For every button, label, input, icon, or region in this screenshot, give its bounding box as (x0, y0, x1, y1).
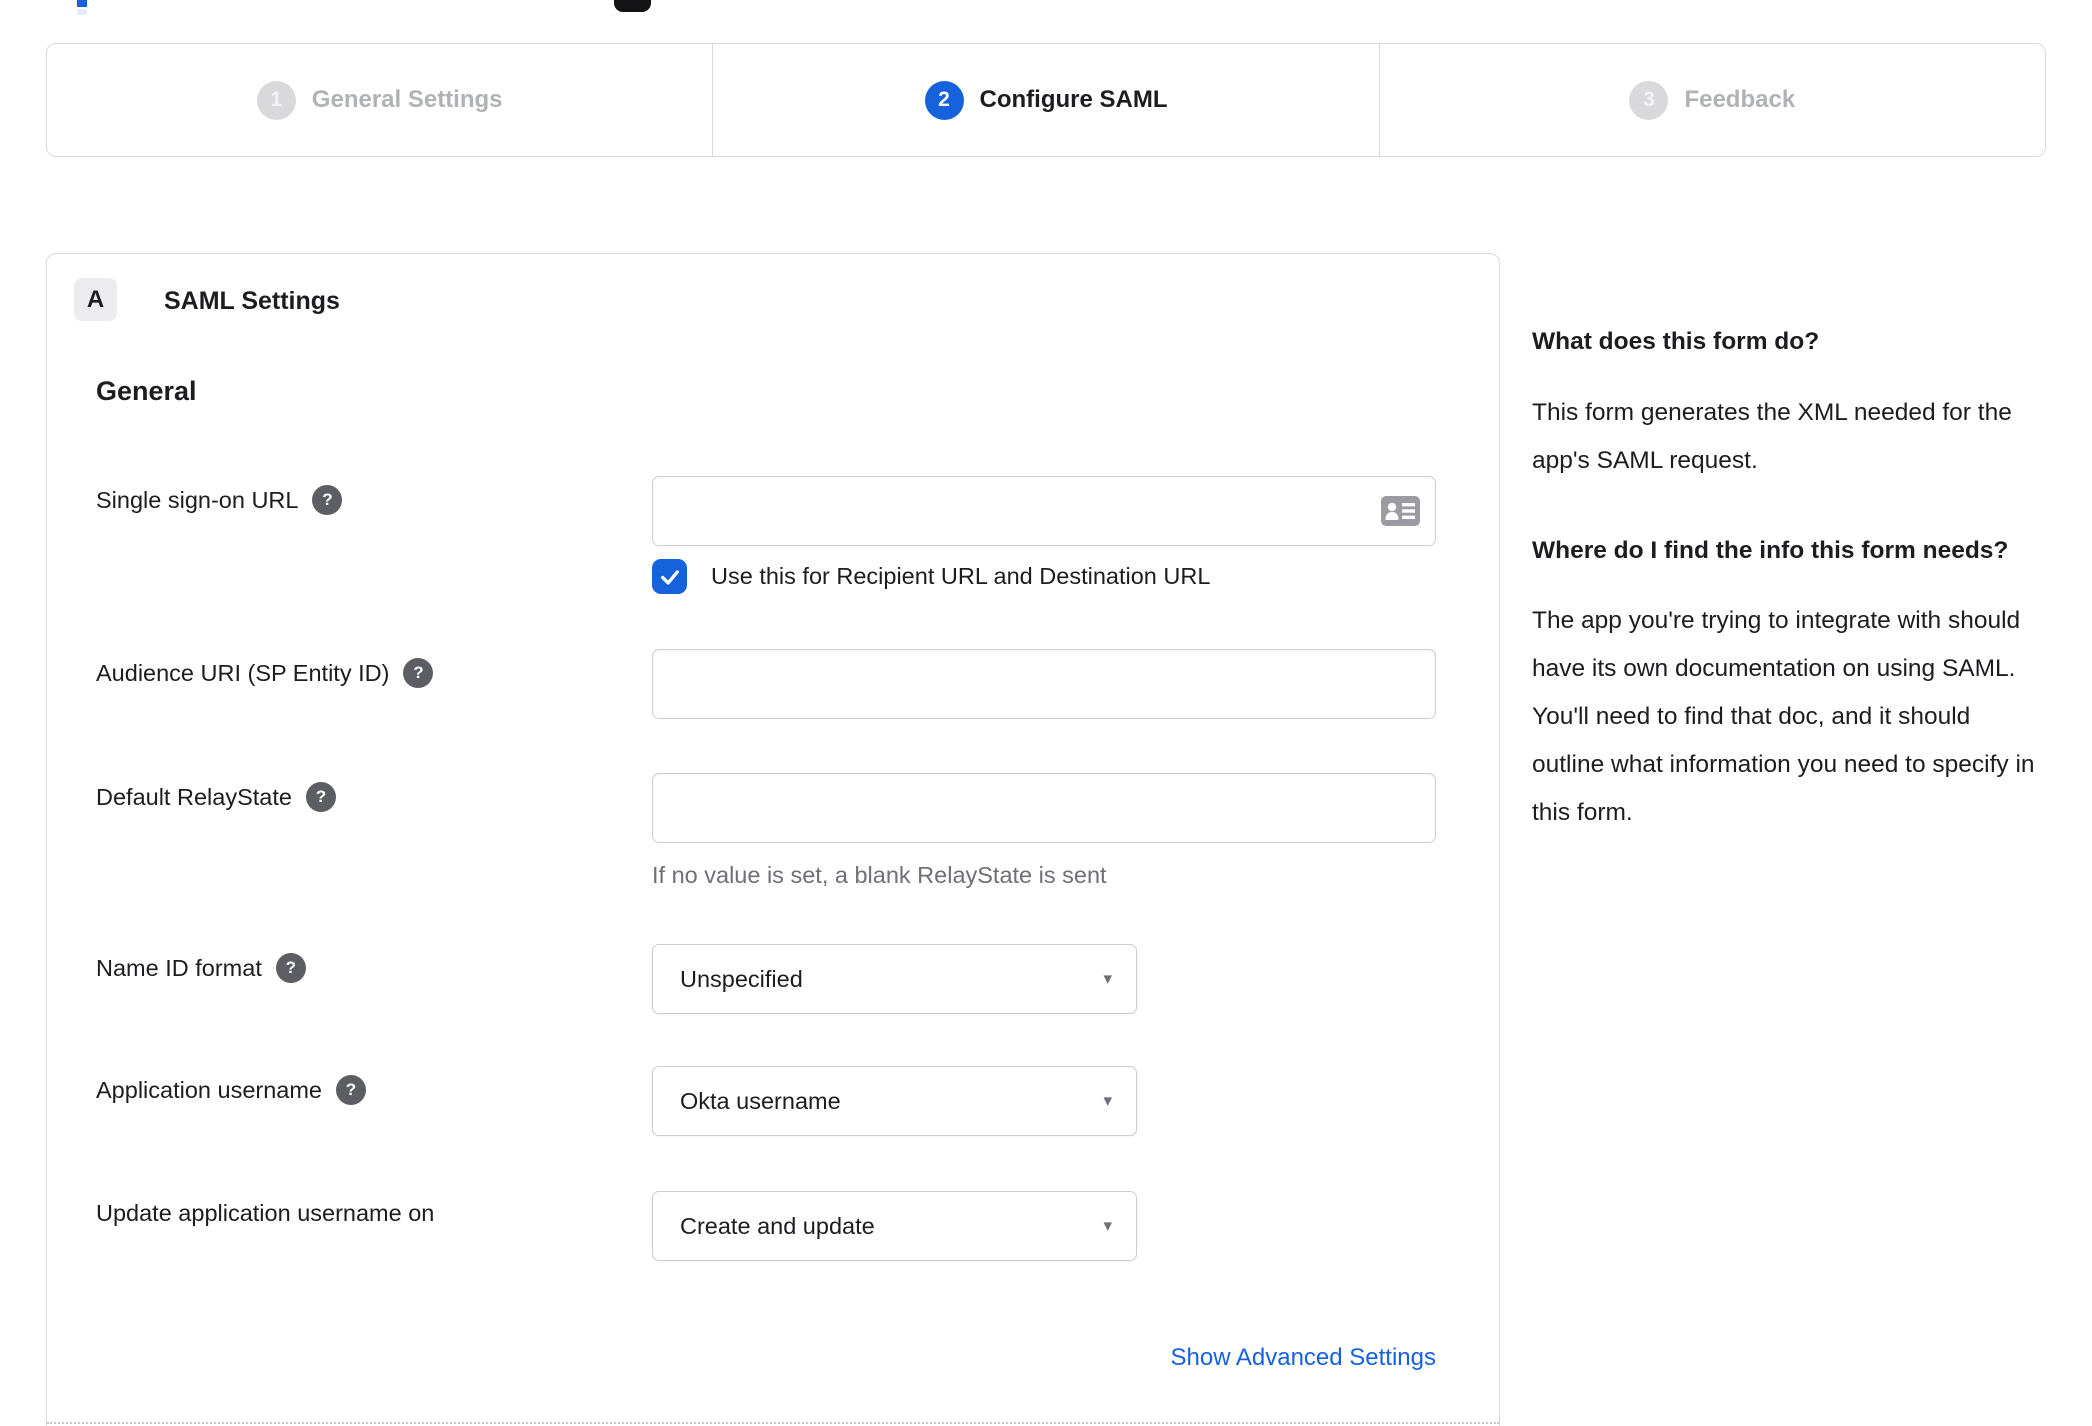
sso-url-label: Single sign-on URL ? (96, 485, 343, 515)
wizard-stepper: 1 General Settings 2 Configure SAML 3 Fe… (46, 43, 2046, 157)
sidebar-question-2: Where do I find the info this form needs… (1532, 537, 2009, 564)
recipient-url-checkbox-label: Use this for Recipient URL and Destinati… (711, 563, 1211, 589)
dropdown-arrow-icon: ▾ (1103, 1216, 1112, 1235)
audience-uri-label: Audience URI (SP Entity ID) ? (96, 658, 434, 688)
clipped-blue-fragment-light (77, 9, 87, 15)
step-2-label: Configure SAML (979, 86, 1168, 113)
panel-title: SAML Settings (164, 287, 340, 315)
dashed-divider (47, 1422, 1499, 1424)
audience-uri-input[interactable] (653, 650, 1435, 718)
sso-url-input-wrap (652, 476, 1436, 546)
recipient-url-checkbox-row: Use this for Recipient URL and Destinati… (652, 559, 1210, 594)
update-username-select[interactable]: Create and update ▾ (652, 1191, 1137, 1261)
step-3-circle: 3 (1629, 80, 1669, 120)
relaystate-label: Default RelayState ? (96, 782, 336, 812)
step-general-settings[interactable]: 1 General Settings (47, 44, 712, 156)
name-id-format-label: Name ID format ? (96, 953, 306, 983)
contact-card-icon[interactable] (1381, 496, 1420, 526)
step-configure-saml[interactable]: 2 Configure SAML (712, 44, 1378, 156)
update-username-value: Create and update (680, 1212, 875, 1239)
checkmark-icon (660, 569, 679, 585)
update-username-label: Update application username on (96, 1200, 434, 1227)
clipped-blue-fragment (77, 0, 87, 7)
general-section-title: General (96, 376, 197, 406)
help-icon[interactable]: ? (312, 485, 343, 515)
sidebar-answer-2: The app you're trying to integrate with … (1532, 607, 2035, 826)
clipped-logo-fragment (614, 0, 651, 12)
step-1-circle: 1 (256, 80, 296, 120)
step-2-circle: 2 (924, 80, 964, 120)
name-id-format-label-text: Name ID format (96, 954, 262, 981)
audience-uri-input-wrap (652, 649, 1436, 719)
help-sidebar: What does this form do? This form genera… (1532, 325, 2048, 881)
sidebar-answer-1: This form generates the XML needed for t… (1532, 399, 2012, 474)
relaystate-input[interactable] (653, 774, 1435, 842)
application-username-value: Okta username (680, 1087, 841, 1114)
relaystate-hint: If no value is set, a blank RelayState i… (652, 862, 1107, 888)
relaystate-label-text: Default RelayState (96, 783, 292, 810)
dropdown-arrow-icon: ▾ (1103, 1091, 1112, 1110)
update-username-label-text: Update application username on (96, 1200, 435, 1226)
step-3-label: Feedback (1684, 86, 1796, 113)
application-username-select[interactable]: Okta username ▾ (652, 1066, 1137, 1136)
section-a-badge: A (74, 278, 117, 321)
recipient-url-checkbox[interactable] (652, 559, 687, 594)
help-icon[interactable]: ? (403, 658, 434, 688)
help-icon[interactable]: ? (336, 1075, 366, 1105)
sidebar-question-1: What does this form do? (1532, 328, 1820, 355)
sso-url-label-text: Single sign-on URL (96, 486, 299, 513)
application-username-label-text: Application username (96, 1076, 322, 1103)
step-feedback[interactable]: 3 Feedback (1378, 44, 2045, 156)
saml-settings-panel: A SAML Settings General Single sign-on U… (46, 253, 1500, 1426)
application-username-label: Application username ? (96, 1075, 366, 1105)
page: 1 General Settings 2 Configure SAML 3 Fe… (0, 0, 2092, 1426)
audience-uri-label-text: Audience URI (SP Entity ID) (96, 659, 390, 686)
help-icon[interactable]: ? (275, 953, 306, 983)
help-icon[interactable]: ? (305, 782, 336, 812)
dropdown-arrow-icon: ▾ (1103, 969, 1112, 988)
name-id-format-value: Unspecified (680, 965, 803, 992)
show-advanced-settings-link[interactable]: Show Advanced Settings (652, 1344, 1436, 1372)
name-id-format-select[interactable]: Unspecified ▾ (652, 944, 1137, 1014)
step-1-label: General Settings (311, 86, 503, 113)
relaystate-input-wrap (652, 773, 1436, 843)
sso-url-input[interactable] (653, 477, 1435, 545)
